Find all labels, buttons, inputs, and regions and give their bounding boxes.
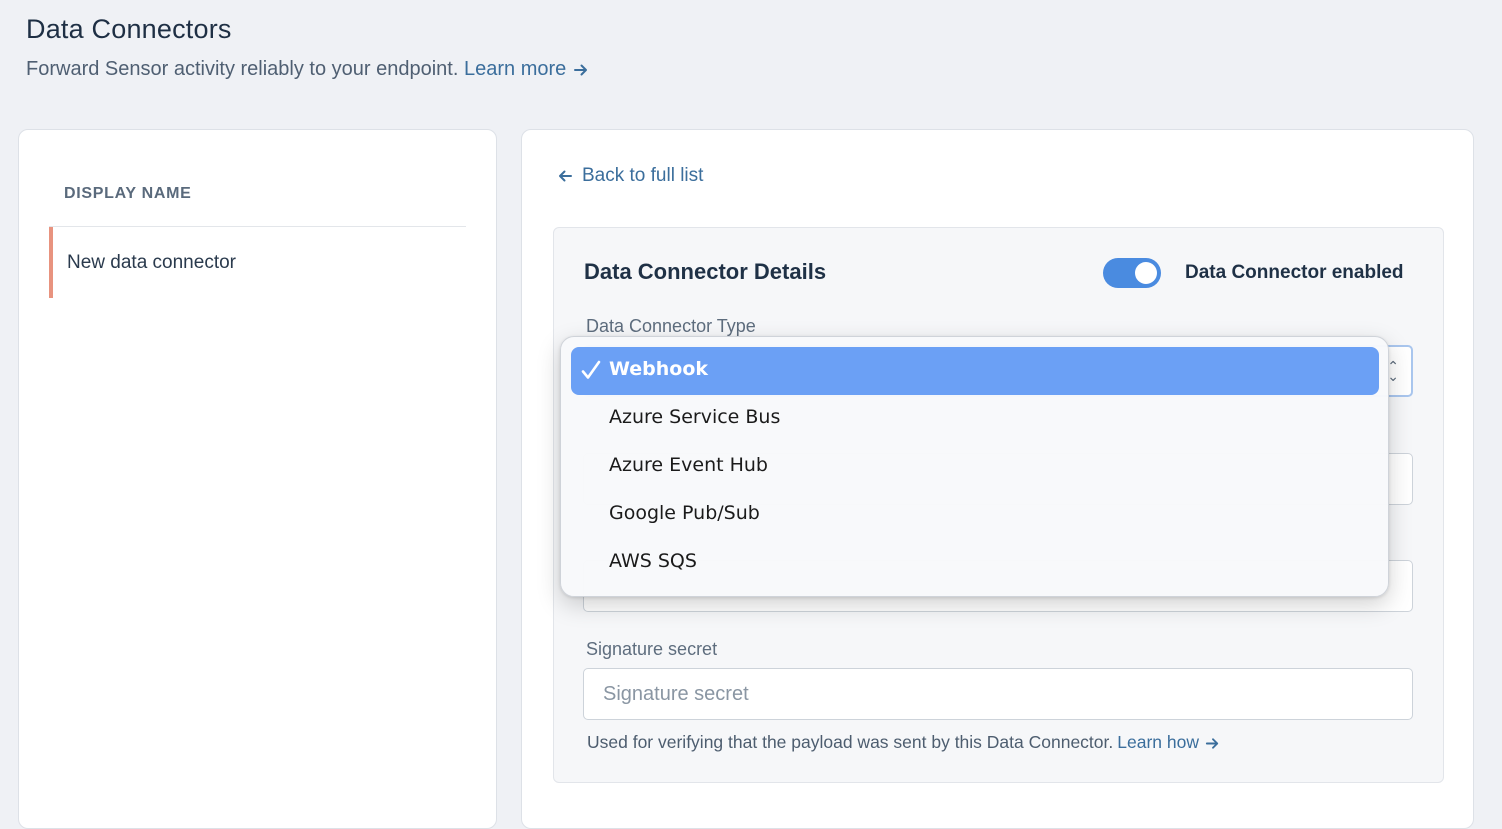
signature-field-label: Signature secret [586,639,718,659]
connector-type-dropdown: Webhook Azure Service Bus Azure Event Hu… [560,336,1389,597]
dropdown-option-aws-sqs[interactable]: AWS SQS [571,539,1379,587]
type-field-label: Data Connector Type [586,316,756,336]
learn-more-label: Learn more [463,58,567,80]
signature-helper-text: Used for verifying that the payload was … [587,732,1221,753]
page-title: Data Connectors [26,14,232,44]
page-header: Data Connectors Forward Sensor activity … [26,14,590,81]
helper-text-body: Used for verifying that the payload was … [587,732,1114,752]
list-column-header: DISPLAY NAME [64,185,192,202]
list-item-label: New data connector [67,252,236,273]
dropdown-option-label: Azure Service Bus [609,406,781,428]
arrow-right-icon [573,64,587,76]
back-link-label: Back to full list [582,165,704,186]
learn-how-label: Learn how [1117,732,1199,752]
back-to-list-link[interactable]: Back to full list [556,165,703,187]
signature-secret-input[interactable]: Signature secret [583,668,1413,720]
signature-placeholder: Signature secret [603,683,749,705]
dropdown-option-label: Azure Event Hub [609,454,768,476]
toggle-knob [1135,262,1157,284]
dropdown-option-google-pubsub[interactable]: Google Pub/Sub [571,491,1379,539]
details-title: Data Connector Details [584,259,827,284]
connector-list-panel: DISPLAY NAME New data connector [18,129,497,829]
dropdown-option-azure-event-hub[interactable]: Azure Event Hub [571,443,1379,491]
page-subtitle: Forward Sensor activity reliably to your… [26,58,590,81]
dropdown-option-webhook[interactable]: Webhook [571,347,1379,395]
arrow-left-icon [559,170,572,182]
enabled-toggle[interactable] [1103,258,1161,288]
enabled-toggle-label: Data Connector enabled [1185,262,1404,283]
learn-how-link[interactable]: Learn how [1117,732,1221,753]
list-item[interactable]: New data connector [49,227,466,298]
page-subtitle-text: Forward Sensor activity reliably to your… [26,58,459,80]
chevron-up-down-icon: ⌃ ⌄ [1387,358,1399,384]
dropdown-option-azure-service-bus[interactable]: Azure Service Bus [571,395,1379,443]
arrow-right-icon [1205,738,1219,749]
check-icon [581,360,601,379]
dropdown-option-label: AWS SQS [609,550,697,572]
dropdown-option-label: Google Pub/Sub [609,502,760,524]
learn-more-link[interactable]: Learn more [464,58,590,80]
dropdown-option-label: Webhook [609,358,709,380]
